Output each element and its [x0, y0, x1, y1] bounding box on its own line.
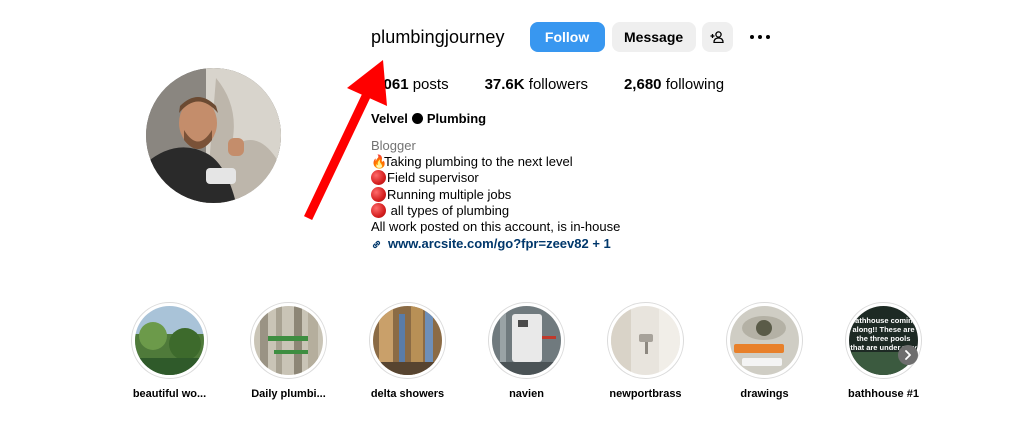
bio-line-5: All work posted on this account, is in-h… [371, 219, 621, 235]
link-icon [372, 240, 381, 248]
bio-line-3: Running multiple jobs [387, 186, 512, 202]
bio-line: Field supervisor [371, 170, 620, 186]
bio-link-text: www.arcsite.com/go?fpr=zeev82 + 1 [388, 236, 611, 252]
avatar-image [146, 68, 281, 203]
following-label: following [665, 76, 725, 93]
followers-stat[interactable]: 37.6K followers [485, 76, 588, 93]
full-name-left: Velvel [371, 111, 408, 126]
more-options-icon [749, 35, 770, 39]
follow-button[interactable]: Follow [529, 22, 605, 52]
highlight-ring [726, 302, 803, 379]
username: plumbingjourney [371, 26, 505, 47]
followers-count: 37.6K [484, 76, 525, 93]
more-options-button[interactable] [745, 22, 775, 52]
fire-icon: 🔥 [371, 154, 388, 170]
red-circle-icon [371, 186, 386, 202]
highlight-item[interactable]: delta showers [348, 302, 467, 400]
highlight-ring: Bathhouse coming along!! These are the t… [845, 302, 922, 379]
bio-line-4: all types of plumbing [387, 202, 510, 218]
bio-line: 🔥Taking plumbing to the next level [371, 154, 620, 170]
full-name-right: Plumbing [426, 111, 487, 126]
posts-label: posts [412, 76, 449, 93]
highlight-cover [135, 306, 204, 375]
chevron-right-icon [905, 350, 911, 360]
highlight-cover [730, 306, 799, 375]
highlight-label: delta showers [370, 388, 445, 400]
add-person-icon [710, 31, 724, 43]
profile-bio: Blogger 🔥Taking plumbing to the next lev… [371, 138, 620, 252]
highlight-cover [492, 306, 561, 375]
red-circle-icon [371, 170, 386, 186]
highlight-ring [131, 302, 208, 379]
bio-line: all types of plumbing [371, 202, 620, 219]
bio-line: Running multiple jobs [371, 186, 620, 203]
followers-label: followers [528, 76, 588, 93]
highlight-label: bathhouse #1 [848, 388, 919, 400]
highlight-label: Daily plumbi... [251, 388, 326, 400]
highlight-cover [373, 306, 442, 375]
profile-avatar[interactable] [146, 68, 281, 203]
highlight-label: newportbrass [609, 388, 682, 400]
message-button[interactable]: Message [611, 22, 696, 52]
following-count: 2,680 [623, 76, 662, 93]
red-circle-icon [371, 202, 386, 218]
highlight-label: beautiful wo... [132, 388, 207, 400]
highlights-next-button[interactable] [898, 345, 918, 365]
posts-stat: 1,061 posts [371, 76, 449, 93]
highlight-item[interactable]: drawings [705, 302, 824, 400]
highlight-item[interactable]: beautiful wo... [110, 302, 229, 400]
highlight-label: drawings [740, 388, 789, 400]
highlight-label: navien [509, 388, 544, 400]
highlight-item[interactable]: navien [467, 302, 586, 400]
bio-line-1: Taking plumbing to the next level [384, 154, 573, 170]
profile-stats: 1,061 posts 37.6K followers 2,680 follow… [371, 76, 760, 93]
profile-category: Blogger [371, 138, 416, 153]
highlight-item[interactable]: Daily plumbi... [229, 302, 348, 400]
bio-link[interactable]: www.arcsite.com/go?fpr=zeev82 + 1 [371, 236, 620, 252]
full-name: Velvel Plumbing [371, 111, 486, 126]
highlight-ring [369, 302, 446, 379]
bio-line-2: Field supervisor [387, 170, 479, 186]
story-highlights: beautiful wo... Daily plumbi... delta sh… [110, 302, 943, 400]
highlight-ring [607, 302, 684, 379]
highlight-ring [250, 302, 327, 379]
highlight-cover [611, 306, 680, 375]
posts-count: 1,061 [371, 76, 409, 93]
highlight-item[interactable]: newportbrass [586, 302, 705, 400]
following-stat[interactable]: 2,680 following [624, 76, 724, 93]
profile-header: plumbingjourney Follow Message [371, 22, 775, 52]
highlight-ring [488, 302, 565, 379]
highlight-cover [254, 306, 323, 375]
suggested-accounts-button[interactable] [701, 22, 733, 52]
highlight-item[interactable]: Bathhouse coming along!! These are the t… [824, 302, 943, 400]
black-circle-icon [411, 113, 423, 124]
